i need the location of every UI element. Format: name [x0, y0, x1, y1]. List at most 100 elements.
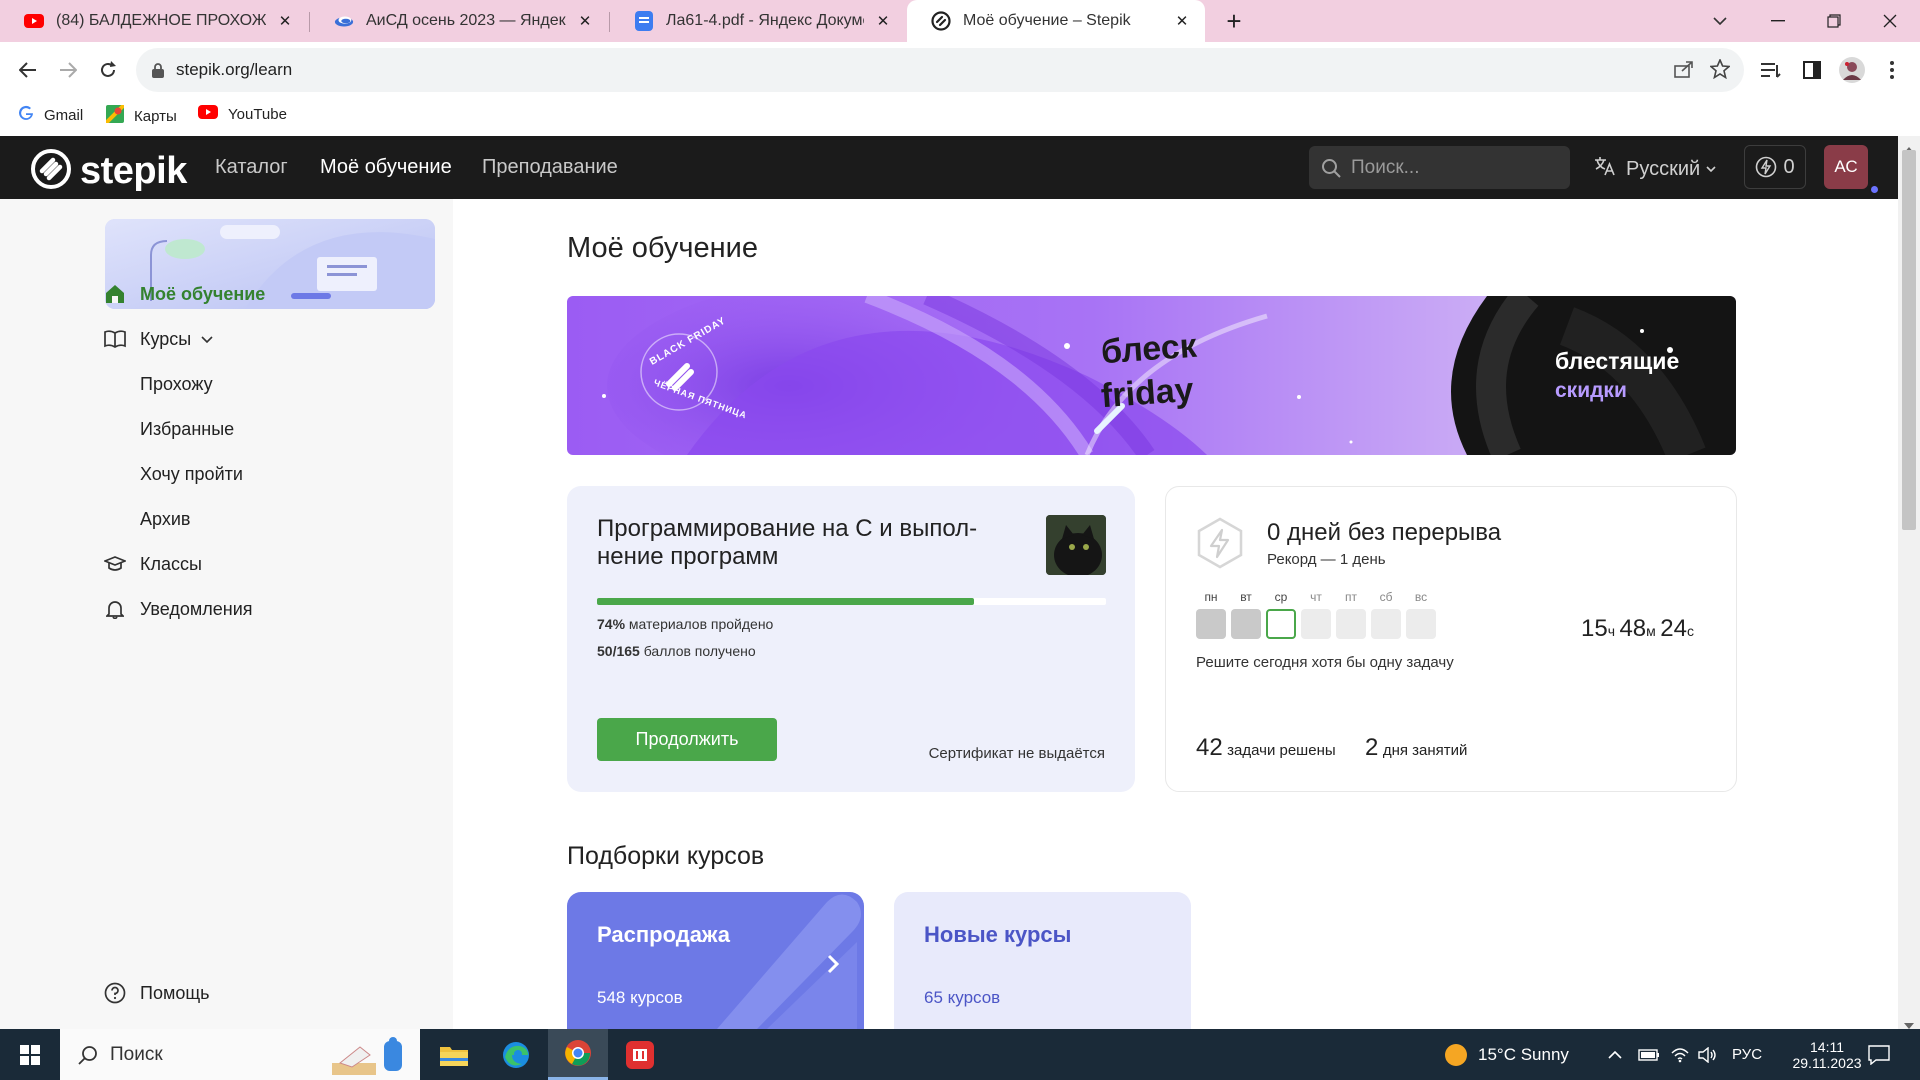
forward-arrow-icon[interactable] [52, 54, 84, 86]
tab-title: Ла61-4.pdf - Яндекс Документы [666, 12, 864, 29]
search-icon [78, 1045, 98, 1065]
tab-title: (84) БАЛДЕЖНОЕ ПРОХОЖДЕНИЕ [56, 12, 266, 29]
day-label: вт [1240, 590, 1252, 604]
sidebar-subitem-in-progress[interactable]: Прохожу [140, 374, 213, 395]
course-progress-card[interactable]: Программирование на С и выпол- нение про… [567, 486, 1135, 792]
restore-window-button[interactable] [1806, 0, 1862, 42]
course-progress-fill [597, 598, 974, 605]
red-app-icon[interactable] [610, 1029, 670, 1080]
week-calendar: пн вт ср чт пт сб вс [1196, 590, 1446, 640]
reload-icon[interactable] [92, 54, 124, 86]
continue-button[interactable]: Продолжить [597, 718, 777, 761]
page-title: Моё обучение [567, 232, 758, 264]
close-window-button[interactable] [1862, 0, 1918, 42]
lightning-icon [1755, 156, 1777, 178]
page-scrollbar[interactable] [1898, 136, 1920, 1029]
tab-title: АиСД осень 2023 — Яндекс Диск [366, 12, 566, 29]
user-avatar[interactable]: АС [1824, 145, 1868, 189]
close-tab-icon[interactable]: ✕ [276, 12, 294, 30]
bell-icon [104, 598, 126, 620]
windows-taskbar: Поиск 15°C Sunny РУС 14:11 29.11.2023 [0, 1029, 1920, 1080]
course-score-text: 50/165 баллов получено [597, 643, 756, 659]
energy-counter[interactable]: 0 [1744, 145, 1806, 189]
course-title[interactable]: Программирование на С и выпол- нение про… [597, 515, 977, 571]
browser-tab-yandex-disk[interactable]: АиСД осень 2023 — Яндекс Диск ✕ [310, 0, 608, 42]
bookmark-gmail[interactable]: Gmail [18, 105, 83, 126]
chrome-browser-icon[interactable] [548, 1029, 608, 1080]
chevron-right-icon [827, 954, 840, 979]
browser-menu-icon[interactable] [1876, 54, 1908, 86]
day-label: чт [1310, 590, 1322, 604]
clock[interactable]: 14:11 29.11.2023 [1772, 1029, 1882, 1080]
chevron-down-icon [201, 335, 213, 343]
course-progress-text: 74% материалов пройдено [597, 616, 774, 632]
sidebar-subitem-archive[interactable]: Архив [140, 509, 190, 530]
sidebar-item-courses[interactable]: Курсы [104, 328, 213, 350]
days-stat: 2 дня занятий [1365, 734, 1468, 761]
input-language[interactable]: РУС [1732, 1029, 1762, 1080]
windows-start-icon[interactable] [0, 1029, 60, 1080]
collection-count: 65 курсов [924, 988, 1001, 1007]
sidebar-item-notifications[interactable]: Уведомления [104, 598, 253, 620]
file-explorer-icon[interactable] [424, 1029, 484, 1080]
browser-tab-stepik[interactable]: Моё обучение – Stepik ✕ [907, 0, 1205, 42]
reading-list-icon[interactable] [1756, 54, 1788, 86]
course-thumbnail[interactable] [1046, 515, 1106, 575]
volume-icon[interactable] [1698, 1029, 1718, 1080]
site-search-input[interactable]: Поиск... [1309, 146, 1570, 189]
taskbar-search[interactable]: Поиск [60, 1029, 420, 1080]
certificate-status: Сертификат не выдаётся [928, 745, 1105, 762]
new-tab-button[interactable]: + [1206, 0, 1262, 42]
sidebar-subitem-wishlist[interactable]: Хочу пройти [140, 464, 243, 485]
collections-title: Подборки курсов [567, 842, 765, 870]
sidebar-item-classes[interactable]: Классы [104, 553, 202, 575]
site-header: stepik Каталог Моё обучение Преподавание… [0, 136, 1898, 199]
day-label: пн [1204, 590, 1218, 604]
address-bar[interactable]: stepik.org/learn [136, 48, 1744, 92]
bookmark-maps[interactable]: Карты [104, 103, 177, 127]
help-circle-icon [104, 982, 126, 1004]
black-friday-banner[interactable]: BLACK FRIDAY ЧЁРНАЯ ПЯТНИЦА блеск friday… [567, 296, 1736, 455]
nav-my-learning[interactable]: Моё обучение [320, 156, 452, 179]
sun-icon [1444, 1043, 1468, 1067]
day-label: сб [1379, 590, 1393, 604]
minimize-window-button[interactable] [1750, 0, 1806, 42]
side-panel-icon[interactable] [1796, 54, 1828, 86]
chevron-down-icon [1706, 166, 1716, 172]
close-tab-icon[interactable]: ✕ [874, 12, 892, 30]
share-icon[interactable] [1674, 60, 1694, 83]
wifi-icon[interactable] [1670, 1029, 1690, 1080]
sidebar: Моё обучение Курсы Прохожу Избранные Хоч… [0, 199, 453, 1029]
maps-icon [104, 103, 126, 127]
nav-teaching[interactable]: Преподавание [482, 156, 618, 179]
nav-catalog[interactable]: Каталог [215, 156, 288, 179]
scrollbar-thumb[interactable] [1902, 150, 1916, 530]
lock-icon [152, 62, 164, 78]
stepik-logo[interactable]: stepik [30, 148, 187, 195]
weather-widget[interactable]: 15°C Sunny [1444, 1029, 1569, 1080]
bookmark-star-icon[interactable] [1709, 57, 1731, 84]
tab-search-chevron-icon[interactable] [1692, 0, 1748, 42]
bookmark-youtube[interactable]: YouTube [198, 105, 287, 123]
yandex-disk-icon [334, 11, 354, 31]
day-cell-today [1266, 609, 1296, 639]
day-cell [1301, 609, 1331, 639]
close-tab-icon[interactable]: ✕ [576, 12, 594, 30]
collection-sale[interactable]: Распродажа 548 курсов [567, 892, 864, 1029]
close-tab-icon[interactable]: ✕ [1173, 12, 1191, 30]
tray-chevron-up-icon[interactable] [1608, 1029, 1622, 1080]
edge-browser-icon[interactable] [486, 1029, 546, 1080]
sidebar-item-help[interactable]: Помощь [104, 982, 210, 1004]
collection-new-courses[interactable]: Новые курсы 65 курсов [894, 892, 1191, 1029]
profile-avatar-icon[interactable] [1836, 54, 1868, 86]
back-arrow-icon[interactable] [12, 54, 44, 86]
sidebar-subitem-favorites[interactable]: Избранные [140, 419, 234, 440]
browser-toolbar: stepik.org/learn [0, 42, 1920, 98]
stepik-wordmark: stepik [80, 150, 187, 192]
browser-tab-yandex-docs[interactable]: Ла61-4.pdf - Яндекс Документы ✕ [610, 0, 906, 42]
notifications-icon[interactable] [1868, 1029, 1890, 1080]
language-selector[interactable]: Русский [1594, 156, 1716, 182]
battery-icon[interactable] [1638, 1029, 1660, 1080]
sidebar-item-my-learning[interactable]: Моё обучение [104, 283, 265, 305]
browser-tab-youtube[interactable]: (84) БАЛДЕЖНОЕ ПРОХОЖДЕНИЕ ✕ [0, 0, 308, 42]
